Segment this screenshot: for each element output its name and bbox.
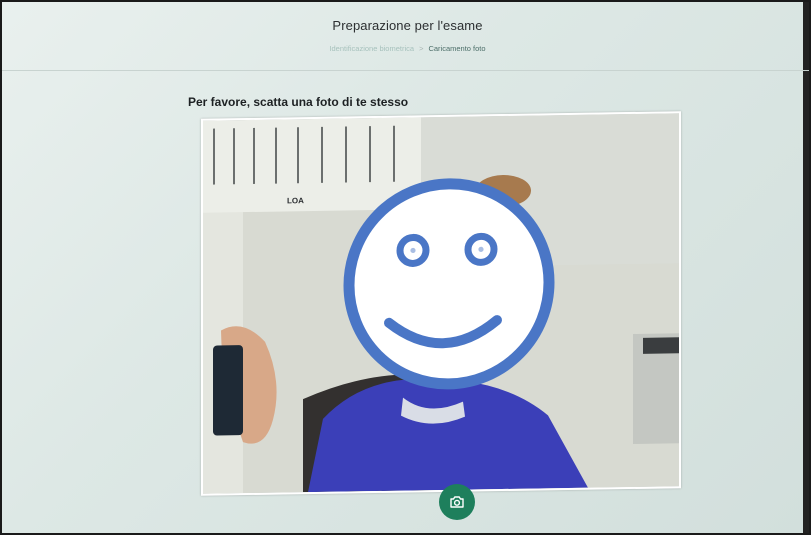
camera-icon: [450, 496, 464, 508]
camera-preview: LOA: [201, 111, 681, 496]
camera-feed-image: LOA: [203, 113, 679, 494]
breadcrumb-separator: >: [419, 44, 424, 53]
app-screen: Preparazione per l'esame Identificazione…: [0, 0, 811, 535]
wall-calendar: [203, 117, 421, 213]
photo-instruction: Per favore, scatta una foto di te stesso: [188, 95, 409, 109]
breadcrumb-step-photo-upload: Caricamento foto: [428, 44, 486, 53]
monitor-bezel: [803, 2, 809, 533]
page-title: Preparazione per l'esame: [332, 18, 483, 33]
breadcrumb: Identificazione biometrica > Caricamento f…: [2, 44, 809, 53]
capture-photo-button[interactable]: [439, 484, 475, 520]
breadcrumb-step-biometric[interactable]: Identificazione biometrica: [329, 44, 414, 53]
phone: [213, 345, 243, 436]
smiley-face-overlay: [343, 178, 555, 390]
wall-sign-text: LOA: [287, 196, 304, 205]
page-header: Preparazione per l'esame Identificazione…: [2, 2, 809, 71]
